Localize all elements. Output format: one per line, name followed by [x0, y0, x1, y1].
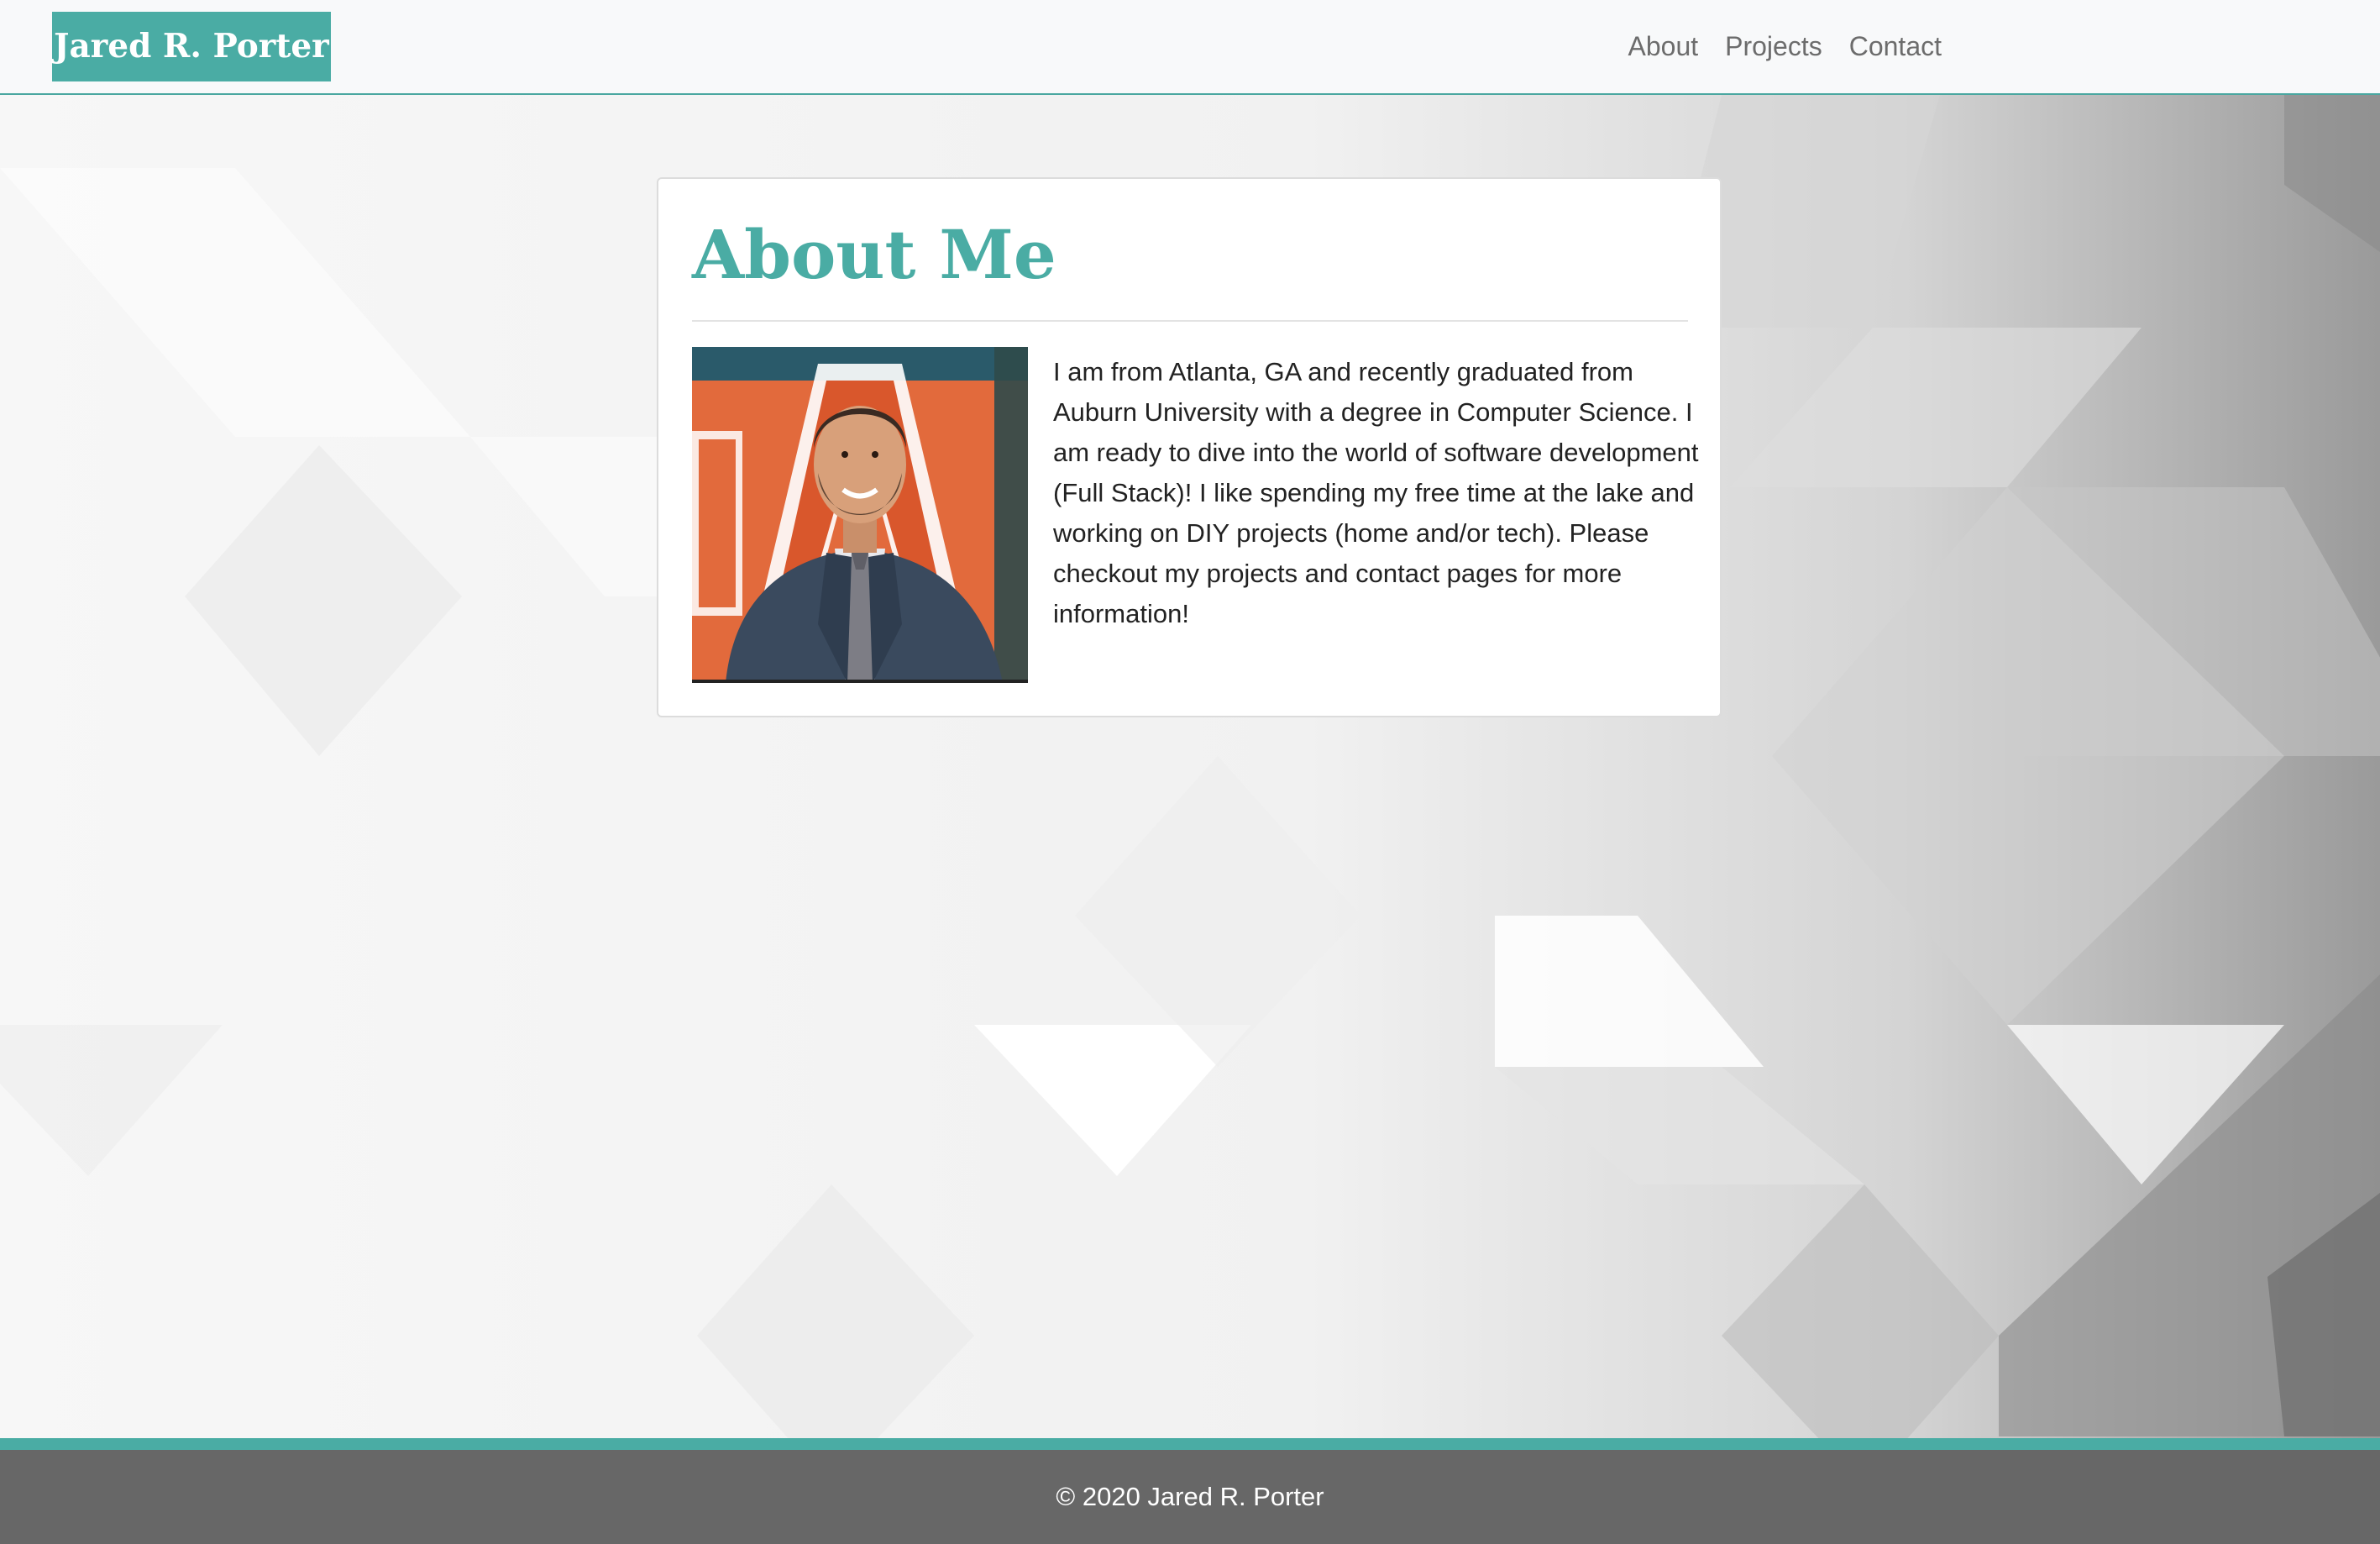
footer: © 2020 Jared R. Porter [0, 1438, 2380, 1544]
title-divider [692, 320, 1688, 322]
nav-link-about[interactable]: About [1628, 31, 1699, 62]
nav-links: About Projects Contact [1628, 0, 1942, 93]
navbar: Jared R. Porter About Projects Contact [0, 0, 2380, 95]
nav-link-projects[interactable]: Projects [1725, 31, 1822, 62]
brand-logo-link[interactable]: Jared R. Porter [52, 12, 331, 81]
about-card: About Me I am from Atlanta, GA and recen… [657, 177, 1722, 717]
about-title: About Me [692, 215, 1056, 294]
profile-photo [692, 347, 1028, 683]
footer-copyright: © 2020 Jared R. Porter [1056, 1482, 1324, 1511]
nav-link-contact[interactable]: Contact [1849, 31, 1942, 62]
about-paragraph: I am from Atlanta, GA and recently gradu… [1053, 357, 1699, 628]
